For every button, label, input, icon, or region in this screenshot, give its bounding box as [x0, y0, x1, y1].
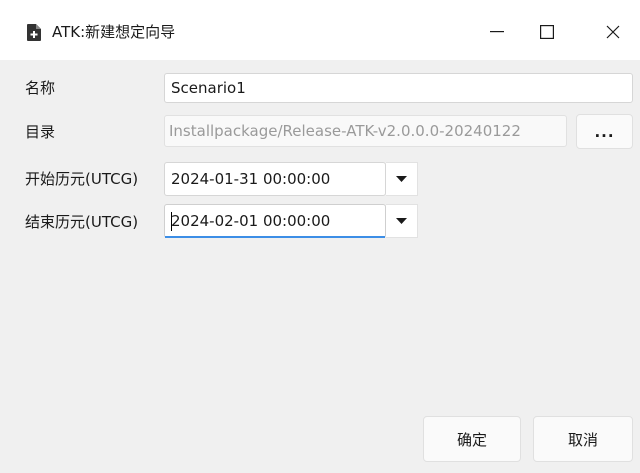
document-plus-icon: [27, 24, 41, 41]
minimize-button[interactable]: [477, 14, 517, 50]
name-label: 名称: [25, 79, 56, 97]
start-epoch-label: 开始历元(UTCG): [25, 170, 139, 188]
name-input[interactable]: Scenario1: [164, 73, 633, 103]
cancel-button[interactable]: 取消: [533, 416, 633, 462]
chevron-down-icon: [396, 176, 407, 182]
close-button[interactable]: [593, 14, 633, 50]
end-epoch-label: 结束历元(UTCG): [25, 213, 139, 231]
title-bar[interactable]: ATK:新建想定向导: [0, 0, 640, 60]
chevron-down-icon: [396, 218, 407, 224]
maximize-button[interactable]: [527, 14, 567, 50]
browse-button[interactable]: ...: [576, 114, 633, 149]
start-epoch-value: 2024-01-31 00:00:00: [171, 170, 331, 188]
end-epoch-value: 2024-02-01 00:00:00: [171, 212, 331, 230]
minimize-icon: [490, 31, 504, 33]
start-epoch-input[interactable]: 2024-01-31 00:00:00: [164, 162, 386, 196]
close-icon: [606, 25, 620, 39]
maximize-icon: [540, 25, 554, 39]
directory-input: Installpackage/Release-ATK-v2.0.0.0-2024…: [164, 115, 567, 147]
end-epoch-dropdown[interactable]: [386, 204, 418, 238]
window-title: ATK:新建想定向导: [52, 23, 176, 41]
start-epoch-dropdown[interactable]: [386, 162, 418, 196]
new-scenario-wizard-dialog: ATK:新建想定向导 名称 Scenario1 目录 Installpackag…: [0, 0, 640, 473]
ok-button[interactable]: 确定: [423, 416, 521, 462]
end-epoch-input[interactable]: 2024-02-01 00:00:00: [164, 204, 386, 238]
directory-label: 目录: [25, 123, 56, 141]
